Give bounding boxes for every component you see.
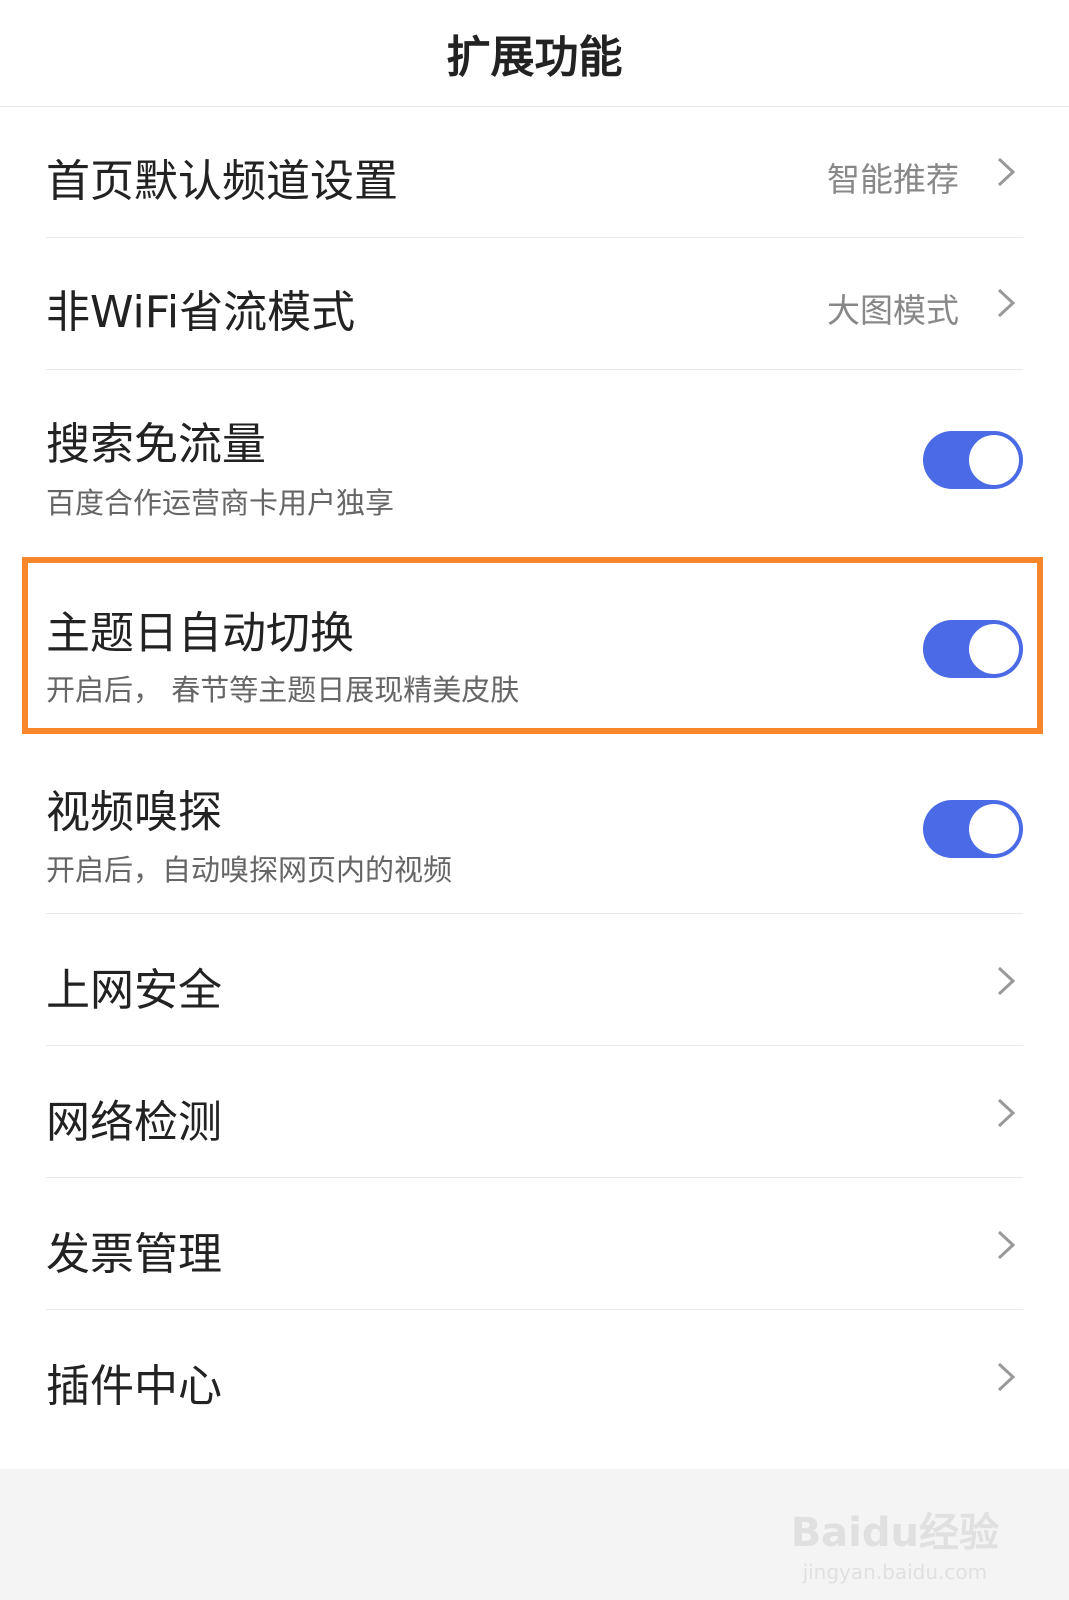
page-title: 扩展功能 [446,32,623,83]
setting-homepage-channel[interactable]: 首页默认频道设置 智能推荐 [0,107,1069,237]
chevron-right-icon [997,1098,1016,1128]
chevron-right-icon [997,157,1016,187]
setting-subtitle: 开启后，自动嗅探网页内的视频 [46,853,453,887]
setting-subtitle: 百度合作运营商卡用户独享 [46,486,395,520]
chevron-right-icon [997,1362,1016,1392]
setting-network-check[interactable]: 网络检测 [0,1046,1069,1177]
highlight-box [22,557,1043,734]
chevron-right-icon [997,966,1016,996]
setting-video-sniffing: 视频嗅探 开启后，自动嗅探网页内的视频 [0,733,1069,913]
page-header: 扩展功能 [0,0,1069,107]
search-free-data-toggle[interactable] [923,431,1023,489]
setting-title: 发票管理 [46,1229,222,1280]
watermark-url: jingyan.baidu.com [802,1560,988,1584]
setting-search-free-data: 搜索免流量 百度合作运营商卡用户独享 [0,370,1069,550]
setting-non-wifi-mode[interactable]: 非WiFi省流模式 大图模式 [0,238,1069,369]
setting-title: 视频嗅探 [46,787,222,838]
watermark: Baidu经验 jingyan.baidu.com [791,1500,999,1584]
setting-title: 非WiFi省流模式 [46,287,356,338]
setting-value: 大图模式 [827,291,959,330]
setting-invoice-management[interactable]: 发票管理 [0,1178,1069,1309]
setting-title: 插件中心 [46,1361,222,1412]
setting-title: 上网安全 [46,965,222,1016]
chevron-right-icon [997,288,1016,318]
settings-list: 首页默认频道设置 智能推荐 非WiFi省流模式 大图模式 搜索免流量 百度合作运… [0,107,1069,1469]
setting-plugin-center[interactable]: 插件中心 [0,1310,1069,1441]
setting-title: 网络检测 [46,1097,222,1148]
setting-internet-security[interactable]: 上网安全 [0,914,1069,1045]
chevron-right-icon [997,1230,1016,1260]
video-sniffing-toggle[interactable] [923,800,1023,858]
setting-title: 首页默认频道设置 [46,156,398,207]
setting-value: 智能推荐 [827,160,959,199]
watermark-brand: Baidu经验 [790,1510,999,1556]
setting-title: 搜索免流量 [46,419,266,470]
